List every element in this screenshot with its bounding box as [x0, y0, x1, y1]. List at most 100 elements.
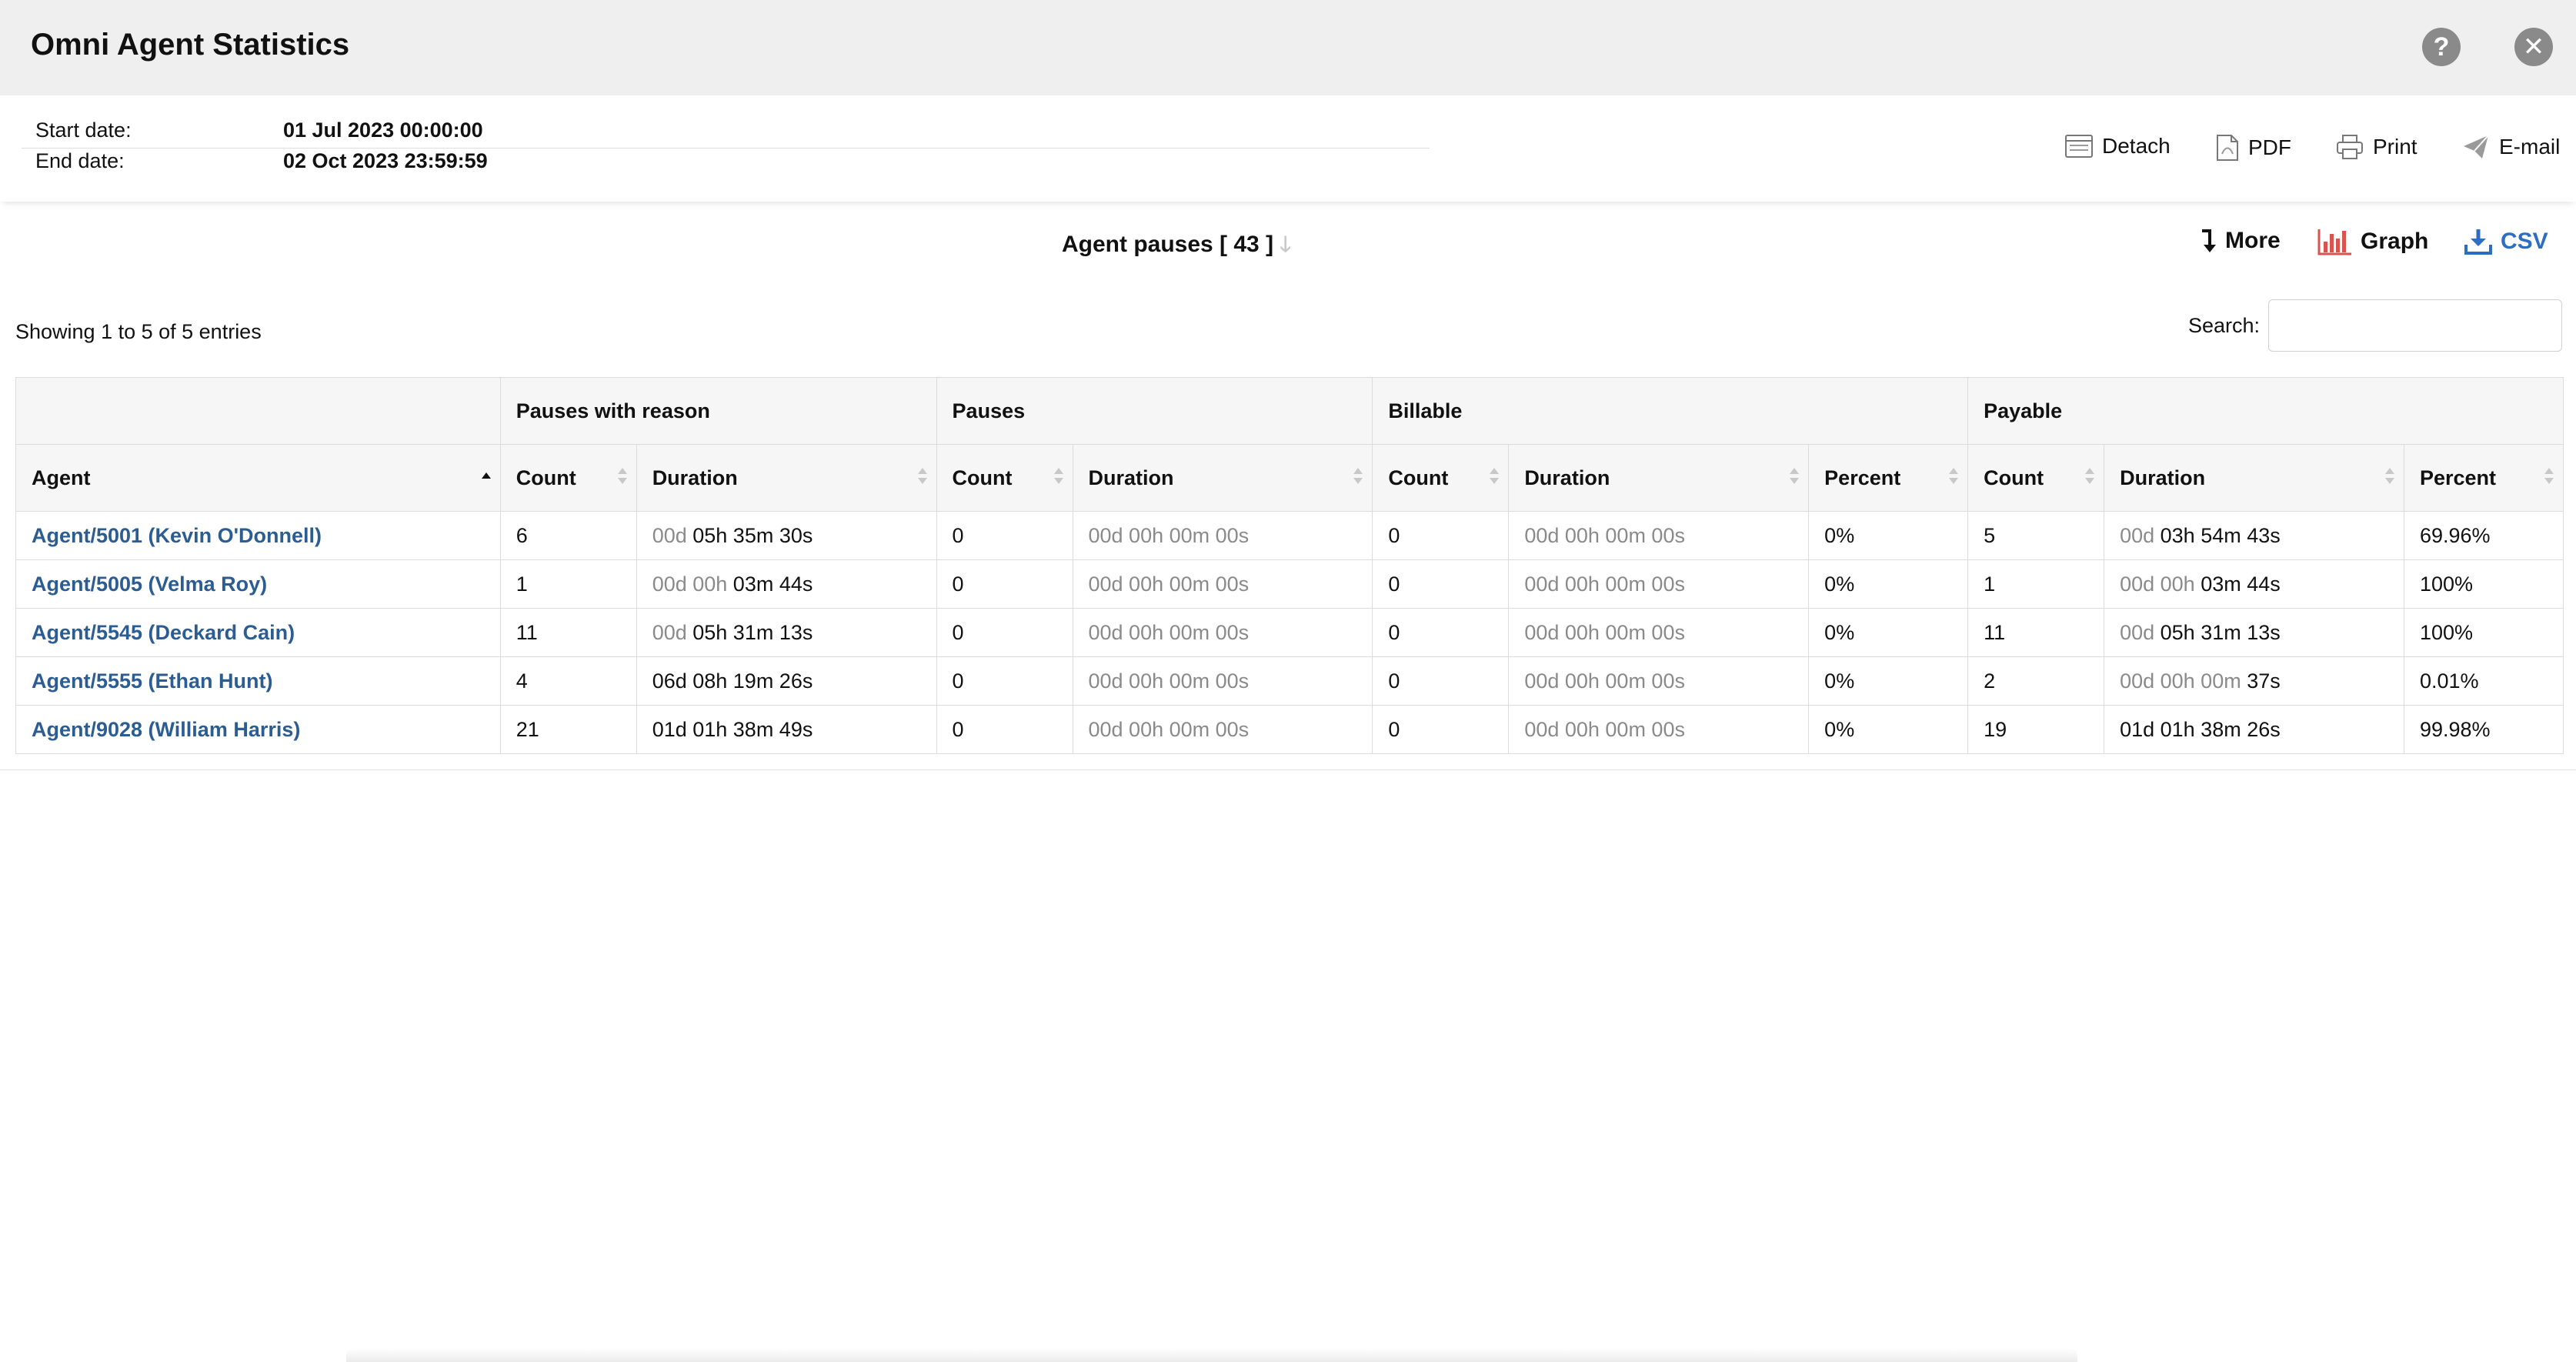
send-icon — [2464, 135, 2489, 159]
column-header-agent[interactable]: Agent — [15, 444, 501, 512]
print-button[interactable]: Print — [2336, 134, 2418, 160]
date-divider — [22, 148, 1430, 149]
billable-count-cell: 0 — [1372, 705, 1510, 754]
end-date-label: End date: — [35, 149, 125, 172]
csv-button[interactable]: CSV — [2464, 228, 2548, 255]
sort-icon — [1790, 468, 1800, 486]
pauses-count-cell: 0 — [936, 608, 1073, 657]
download-icon — [2464, 229, 2492, 255]
more-label: More — [2225, 228, 2281, 253]
billable-percent-cell: 0% — [1808, 705, 1969, 754]
duration-dim: 00d 00h 00m 00s — [1088, 669, 1250, 693]
column-header-label: Duration — [652, 466, 738, 489]
column-header-pauses-count[interactable]: Count — [936, 444, 1073, 512]
group-header-pauses: Pauses — [936, 377, 1373, 445]
reason-duration-cell: 01d 01h 38m 49s — [636, 705, 937, 754]
column-header-payable-duration[interactable]: Duration — [2104, 444, 2404, 512]
window-header: Omni Agent Statistics ? ✕ — [0, 0, 2576, 96]
billable-duration-cell: 00d 00h 00m 00s — [1508, 705, 1810, 754]
column-header-label: Percent — [2419, 466, 2496, 489]
csv-label: CSV — [2501, 229, 2548, 254]
search-label: Search: — [2188, 314, 2261, 337]
agent-link[interactable]: Agent/5001 (Kevin O'Donnell) — [32, 524, 322, 547]
column-header-label: Duration — [2120, 466, 2206, 489]
column-header-billable-duration[interactable]: Duration — [1508, 444, 1810, 512]
table-row: Agent/9028 (William Harris) 21 01d 01h 3… — [15, 705, 2564, 754]
duration-dim: 00d — [652, 620, 693, 644]
group-header-payable: Payable — [1967, 377, 2564, 445]
billable-count-cell: 0 — [1372, 608, 1510, 657]
agent-link[interactable]: Agent/5545 (Deckard Cain) — [32, 621, 295, 644]
column-header-label: Count — [516, 466, 576, 489]
start-date-value: 01 Jul 2023 00:00:00 — [283, 119, 483, 142]
payable-percent-cell: 0.01% — [2403, 656, 2564, 706]
agent-link[interactable]: Agent/5005 (Velma Roy) — [32, 573, 267, 596]
payable-percent-cell: 100% — [2403, 608, 2564, 657]
close-icon[interactable]: ✕ — [2514, 28, 2553, 66]
pauses-count-cell: 0 — [936, 559, 1073, 609]
sort-icon — [2085, 468, 2095, 486]
duration-main: 05h 31m 13s — [692, 620, 813, 644]
billable-percent-cell: 0% — [1808, 559, 1969, 609]
column-header-row: Agent Count Duration Count Duration Coun… — [15, 444, 2564, 512]
column-header-pauses-duration[interactable]: Duration — [1072, 444, 1373, 512]
more-button[interactable]: More — [2199, 228, 2281, 254]
end-date-row: End date: 02 Oct 2023 23:59:59 — [35, 149, 488, 173]
payable-percent-cell: 100% — [2403, 559, 2564, 609]
report-title-text: Agent pauses [ 43 ] — [1062, 232, 1274, 257]
agent-cell: Agent/9028 (William Harris) — [15, 705, 501, 754]
duration-main: 05h 35m 30s — [692, 523, 813, 547]
column-header-label: Duration — [1524, 466, 1610, 489]
sort-icon — [2544, 468, 2554, 486]
billable-duration-cell: 00d 00h 00m 00s — [1508, 656, 1810, 706]
agent-link[interactable]: Agent/5555 (Ethan Hunt) — [32, 669, 273, 693]
column-header-billable-percent[interactable]: Percent — [1808, 444, 1969, 512]
sort-icon — [1053, 468, 1063, 486]
column-header-label: Count — [1388, 466, 1449, 489]
column-header-label: Percent — [1824, 466, 1901, 489]
billable-duration-cell: 00d 00h 00m 00s — [1508, 559, 1810, 609]
duration-dim: 00d 00h 00m 00s — [1524, 620, 1685, 644]
pauses-duration-cell: 00d 00h 00m 00s — [1072, 656, 1373, 706]
sort-icon — [1949, 468, 1959, 486]
bar-chart-icon — [2317, 229, 2351, 255]
email-button[interactable]: E-mail — [2462, 134, 2560, 160]
reason-count-cell: 1 — [499, 559, 637, 609]
payable-duration-cell: 00d 03h 54m 43s — [2104, 511, 2404, 560]
agent-link[interactable]: Agent/9028 (William Harris) — [32, 718, 300, 741]
duration-dim: 00d 00h — [2120, 572, 2201, 596]
detach-icon — [2065, 135, 2093, 158]
duration-dim: 00d — [2120, 523, 2161, 547]
pauses-duration-cell: 00d 00h 00m 00s — [1072, 559, 1373, 609]
duration-dim: 00d 00h — [652, 572, 733, 596]
graph-button[interactable]: Graph — [2317, 228, 2428, 255]
column-header-payable-percent[interactable]: Percent — [2403, 444, 2564, 512]
arrow-down-icon[interactable]: 🡓 — [1280, 232, 1291, 256]
table-row: Agent/5555 (Ethan Hunt) 4 06d 08h 19m 26… — [15, 656, 2564, 706]
agent-cell: Agent/5545 (Deckard Cain) — [15, 608, 501, 657]
duration-dim: 00d — [652, 523, 693, 547]
column-header-billable-count[interactable]: Count — [1372, 444, 1510, 512]
search-input[interactable] — [2268, 299, 2562, 352]
help-icon[interactable]: ? — [2422, 28, 2461, 66]
report-title: Agent pauses [ 43 ] 🡓 — [1062, 229, 1291, 265]
start-date-label: Start date: — [35, 119, 132, 142]
detach-button[interactable]: Detach — [2065, 134, 2171, 159]
group-header-pauses-with-reason: Pauses with reason — [499, 377, 937, 445]
billable-percent-cell: 0% — [1808, 608, 1969, 657]
pdf-button[interactable]: PDF — [2216, 134, 2291, 162]
pauses-count-cell: 0 — [936, 511, 1073, 560]
column-header-reason-duration[interactable]: Duration — [636, 444, 937, 512]
duration-main: 37s — [2247, 669, 2281, 693]
column-header-reason-count[interactable]: Count — [499, 444, 637, 512]
pdf-label: PDF — [2248, 135, 2291, 159]
billable-count-cell: 0 — [1372, 511, 1510, 560]
duration-main: 01d 01h 38m 49s — [652, 717, 813, 741]
billable-duration-cell: 00d 00h 00m 00s — [1508, 608, 1810, 657]
payable-duration-cell: 01d 01h 38m 26s — [2104, 705, 2404, 754]
reason-duration-cell: 06d 08h 19m 26s — [636, 656, 937, 706]
duration-dim: 00d 00h 00m 00s — [1088, 620, 1250, 644]
printer-icon — [2337, 135, 2363, 159]
duration-dim: 00d 00h 00m 00s — [1088, 523, 1250, 547]
column-header-payable-count[interactable]: Count — [1967, 444, 2105, 512]
